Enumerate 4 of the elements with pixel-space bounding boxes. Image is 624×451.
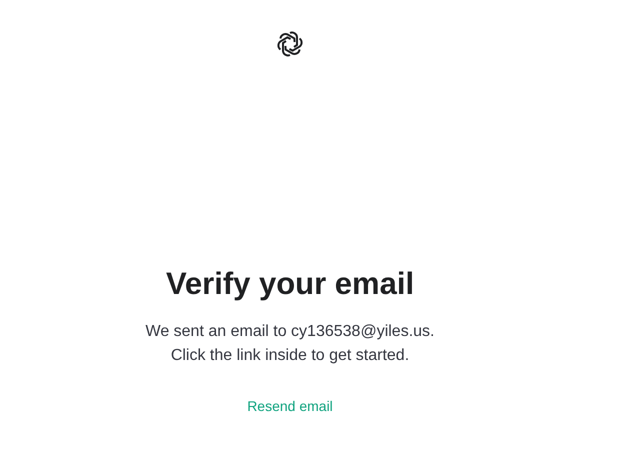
resend-email-link[interactable]: Resend email	[243, 396, 337, 416]
message-text: Click the link inside to get started.	[170, 346, 410, 366]
page-title: Verify your email	[166, 266, 414, 302]
message-text: We sent an email to cy136538@yiles.us.	[146, 322, 434, 342]
